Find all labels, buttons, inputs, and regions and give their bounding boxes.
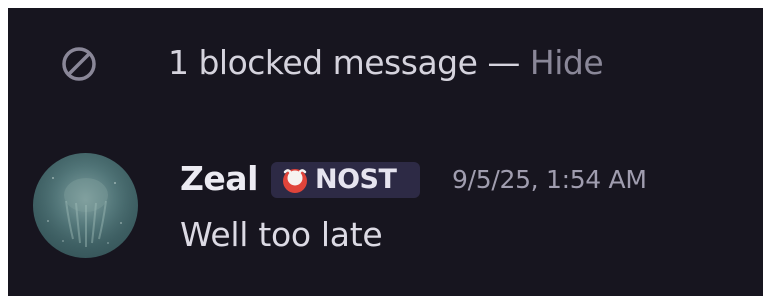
hide-blocked-link[interactable]: Hide bbox=[530, 43, 604, 82]
server-tag[interactable]: NOST bbox=[271, 162, 420, 198]
blocked-icon bbox=[60, 45, 98, 83]
message-author[interactable]: Zeal bbox=[180, 158, 258, 200]
nost-logo-icon bbox=[279, 165, 311, 195]
blocked-message-notice: 1 blocked message — Hide bbox=[8, 38, 763, 88]
blocked-count-label: 1 blocked message bbox=[168, 43, 478, 82]
avatar[interactable] bbox=[33, 153, 138, 258]
blocked-message-text: 1 blocked message — Hide bbox=[168, 41, 604, 85]
message-timestamp: 9/5/25, 1:54 AM bbox=[452, 165, 647, 194]
server-tag-label: NOST bbox=[315, 164, 397, 195]
chat-panel: 1 blocked message — Hide Zeal NOST 9/5/2… bbox=[8, 8, 763, 296]
blocked-separator: — bbox=[477, 43, 530, 82]
message-body: Well too late bbox=[180, 215, 383, 254]
